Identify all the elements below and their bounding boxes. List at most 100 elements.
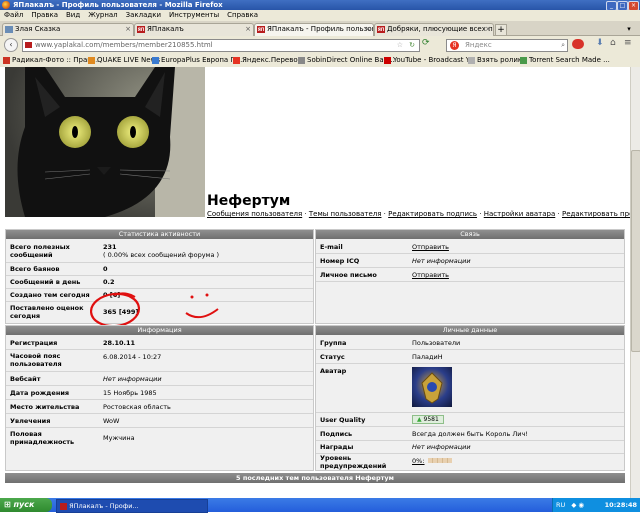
tab-close-icon[interactable]: × [365, 24, 371, 35]
menu-tools[interactable]: Инструменты [169, 11, 219, 19]
scrollbar-thumb[interactable] [631, 150, 640, 352]
taskbar-item-firefox[interactable]: ЯПлакалъ - Профи... [56, 499, 208, 513]
bookmark-item[interactable]: Радикал-Фото :: Прав... [3, 54, 98, 67]
info-row: Половая принадлежность Мужчина [6, 428, 313, 449]
contact-panel-header: Связь [316, 230, 624, 239]
tab-close-icon[interactable]: × [485, 24, 491, 35]
menu-icon[interactable]: ≡ [624, 38, 632, 48]
bookmark-label: Яндекс.Перевод [242, 56, 303, 64]
bookmark-label: Torrent Search Made ... [529, 56, 610, 64]
personal-row: Уровень предупреждений 0%: [316, 454, 624, 470]
search-placeholder: Яндекс [465, 41, 492, 49]
tab-1[interactable]: Злая Сказка × [2, 23, 134, 36]
go-icon[interactable]: ⟳ [422, 38, 442, 51]
info-label: Часовой пояс пользователя [10, 352, 62, 368]
bookmark-item[interactable]: QUAKE LIVE News [88, 54, 160, 67]
bookmark-icon [233, 56, 240, 64]
back-button[interactable]: ‹ [4, 38, 18, 52]
menu-history[interactable]: Журнал [88, 11, 117, 19]
bookmark-item[interactable]: Взять ролик! [468, 54, 525, 67]
bookmark-label: YouTube - Broadcast Y... [393, 56, 476, 64]
menu-file[interactable]: Файл [4, 11, 23, 19]
personal-row: Статус ПаладиН [316, 350, 624, 364]
pm-send-link[interactable]: Отправить [412, 271, 449, 279]
personal-value: Пользователи [412, 339, 461, 347]
bookmark-item[interactable]: Яндекс.Перевод [233, 54, 302, 67]
stat-value: 0.2 [103, 278, 115, 286]
avatar-settings-link[interactable]: Настройки аватара [484, 210, 556, 218]
start-label: пуск [13, 500, 35, 509]
email-send-link[interactable]: Отправить [412, 243, 449, 251]
home-icon[interactable]: ⌂ [610, 38, 616, 48]
quality-value: 9581 [423, 416, 439, 423]
tab-label: Добряки, плюсующие всех подр... [387, 25, 493, 33]
bookmark-icon [152, 56, 159, 64]
personal-label: Уровень предупреждений [320, 454, 387, 470]
adblock-icon[interactable] [572, 39, 584, 49]
taskbar-item-icon [60, 502, 67, 510]
bookmark-item[interactable]: Torrent Search Made ... [520, 54, 610, 67]
contact-label: Личное письмо [320, 271, 377, 279]
language-indicator[interactable]: RU [556, 501, 565, 509]
stat-label: Создано тем сегодня [10, 291, 90, 299]
tab-close-icon[interactable]: × [245, 24, 251, 35]
contact-row: Номер ICQ Нет информации [316, 254, 624, 268]
personal-row: Группа Пользователи [316, 336, 624, 350]
info-value: Ростовская область [103, 403, 171, 411]
user-messages-link[interactable]: Сообщения пользователя [207, 210, 302, 218]
tab-favicon [5, 25, 13, 33]
bookmark-label: QUAKE LIVE News [97, 56, 160, 64]
tab-3[interactable]: ЯПЯПлакалъ - Профиль пользовате...× [254, 23, 374, 36]
personal-panel-header: Личные данные [316, 326, 624, 335]
link-separator: · [302, 210, 309, 218]
tab-4[interactable]: ЯПДобряки, плюсующие всех подр...× [374, 23, 494, 36]
stat-label: Поставлено оценок сегодня [10, 304, 84, 320]
bookmark-item[interactable]: SobinDirect Online Ban... [298, 54, 395, 67]
bookmarks-toolbar: Радикал-Фото :: Прав... QUAKE LIVE News … [0, 54, 640, 68]
reload-icon[interactable]: ↻ [409, 40, 415, 51]
tab-label: ЯПлакалъ - Профиль пользовате... [267, 25, 373, 33]
tab-favicon: ЯП [137, 25, 145, 33]
menu-view[interactable]: Вид [66, 11, 80, 19]
bookmark-icon [468, 56, 475, 64]
menu-bar: Файл Правка Вид Журнал Закладки Инструменты Сп… [0, 10, 640, 21]
tab-list-icon[interactable]: ▾ [624, 24, 634, 34]
search-icon[interactable]: ⌕ [561, 40, 565, 51]
start-button[interactable]: ⊞ пуск [0, 498, 52, 512]
edit-profile-link[interactable]: Редактировать профиль [562, 210, 630, 218]
menu-bookmarks[interactable]: Закладки [126, 11, 161, 19]
warning-level[interactable]: 0%: [412, 457, 425, 465]
taskbar: ⊞ пуск ЯПлакалъ - Профи... RU ◆ ◉ 10:28:… [0, 498, 640, 513]
menu-help[interactable]: Справка [227, 11, 258, 19]
info-value: Мужчина [103, 434, 135, 442]
info-value: 15 Ноябрь 1985 [103, 389, 157, 397]
url-field[interactable]: www.yaplakal.com/members/member210855.ht… [22, 39, 420, 52]
taskbar-item-label: ЯПлакалъ - Профи... [69, 502, 139, 510]
windows-logo-icon: ⊞ [4, 500, 11, 509]
user-topics-link[interactable]: Темы пользователя [309, 210, 382, 218]
tab-close-icon[interactable]: × [125, 24, 131, 35]
personal-label: Группа [320, 339, 347, 347]
stat-row: Всего полезных сообщений 231 ( 0.00% все… [6, 240, 313, 263]
navigation-bar: ‹ www.yaplakal.com/members/member210855.… [0, 36, 640, 54]
download-icon[interactable]: ⬇ [596, 38, 604, 48]
info-label: Увлечения [10, 417, 51, 425]
personal-row: User Quality ▲ 9581 [316, 413, 624, 427]
stat-label: Сообщений в день [10, 278, 81, 286]
tab-2[interactable]: ЯП ЯПлакалъ × [134, 23, 254, 36]
bookmark-star-icon[interactable]: ☆ [397, 40, 403, 51]
edit-signature-link[interactable]: Редактировать подпись [388, 210, 477, 218]
bookmark-label: SobinDirect Online Ban... [307, 56, 395, 64]
info-row: Часовой пояс пользователя 6.08.2014 - 10… [6, 350, 313, 372]
personal-label: Статус [320, 353, 345, 361]
search-field[interactable]: Я Яндекс ⌕ [446, 39, 568, 52]
tray-icons: ◆ ◉ [571, 501, 585, 509]
personal-row: Подпись Всегда должен быть Король Лич! [316, 427, 624, 441]
stat-row: Сообщений в день 0.2 [6, 276, 313, 289]
window-title: ЯПлакалъ - Профиль пользователя - Mozill… [13, 1, 223, 9]
menu-edit[interactable]: Правка [31, 11, 58, 19]
info-row: Увлечения WoW [6, 414, 313, 428]
new-tab-button[interactable]: + [495, 24, 507, 36]
yandex-icon: Я [450, 41, 459, 50]
bookmark-item[interactable]: YouTube - Broadcast Y... [384, 54, 475, 67]
